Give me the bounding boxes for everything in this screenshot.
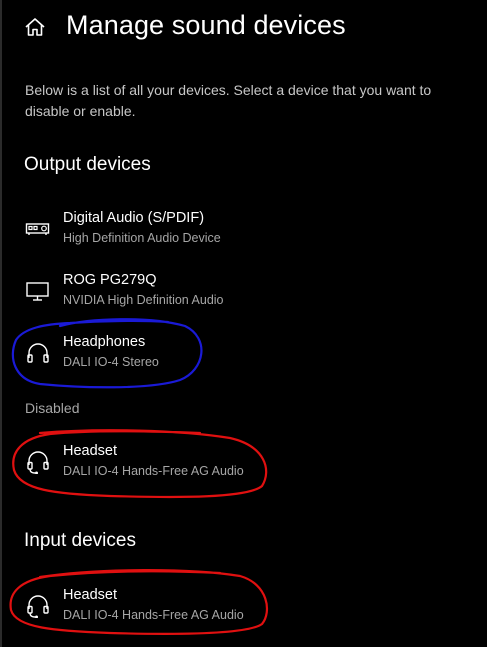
device-digital-audio[interactable]: Digital Audio (S/PDIF) High Definition A…: [20, 209, 460, 255]
output-devices-heading: Output devices: [24, 154, 151, 175]
device-description: High Definition Audio Device: [63, 231, 221, 245]
device-name: Headset: [63, 443, 118, 459]
device-headphones[interactable]: Headphones DALI IO-4 Stereo: [20, 333, 460, 379]
device-name: Headphones: [63, 334, 146, 350]
digital-audio-icon: [25, 223, 50, 235]
page-title: Manage sound devices: [66, 10, 346, 40]
device-name: ROG PG279Q: [63, 272, 157, 288]
device-rog-pg279q[interactable]: ROG PG279Q NVIDIA High Definition Audio: [20, 271, 460, 317]
device-headset-input[interactable]: Headset DALI IO-4 Hands-Free AG Audio: [20, 586, 460, 632]
page-description: Below is a list of all your devices. Sel…: [25, 82, 432, 119]
home-icon[interactable]: [24, 16, 46, 38]
monitor-icon: [26, 282, 49, 301]
device-description: NVIDIA High Definition Audio: [63, 293, 224, 307]
device-name: Headset: [63, 587, 118, 603]
input-devices-heading: Input devices: [24, 530, 136, 551]
device-headset-disabled[interactable]: Headset DALI IO-4 Hands-Free AG Audio: [20, 442, 460, 488]
headset-icon: [27, 595, 49, 618]
manage-sound-devices-page: Manage sound devices Below is a list of …: [0, 0, 487, 647]
device-description: DALI IO-4 Stereo: [63, 355, 159, 369]
headset-icon: [27, 451, 49, 474]
headphones-icon: [27, 343, 49, 363]
disabled-heading: Disabled: [25, 400, 80, 416]
device-name: Digital Audio (S/PDIF): [63, 210, 205, 226]
device-description: DALI IO-4 Hands-Free AG Audio: [63, 608, 244, 622]
window-edge: [0, 0, 2, 647]
device-description: DALI IO-4 Hands-Free AG Audio: [63, 464, 244, 478]
